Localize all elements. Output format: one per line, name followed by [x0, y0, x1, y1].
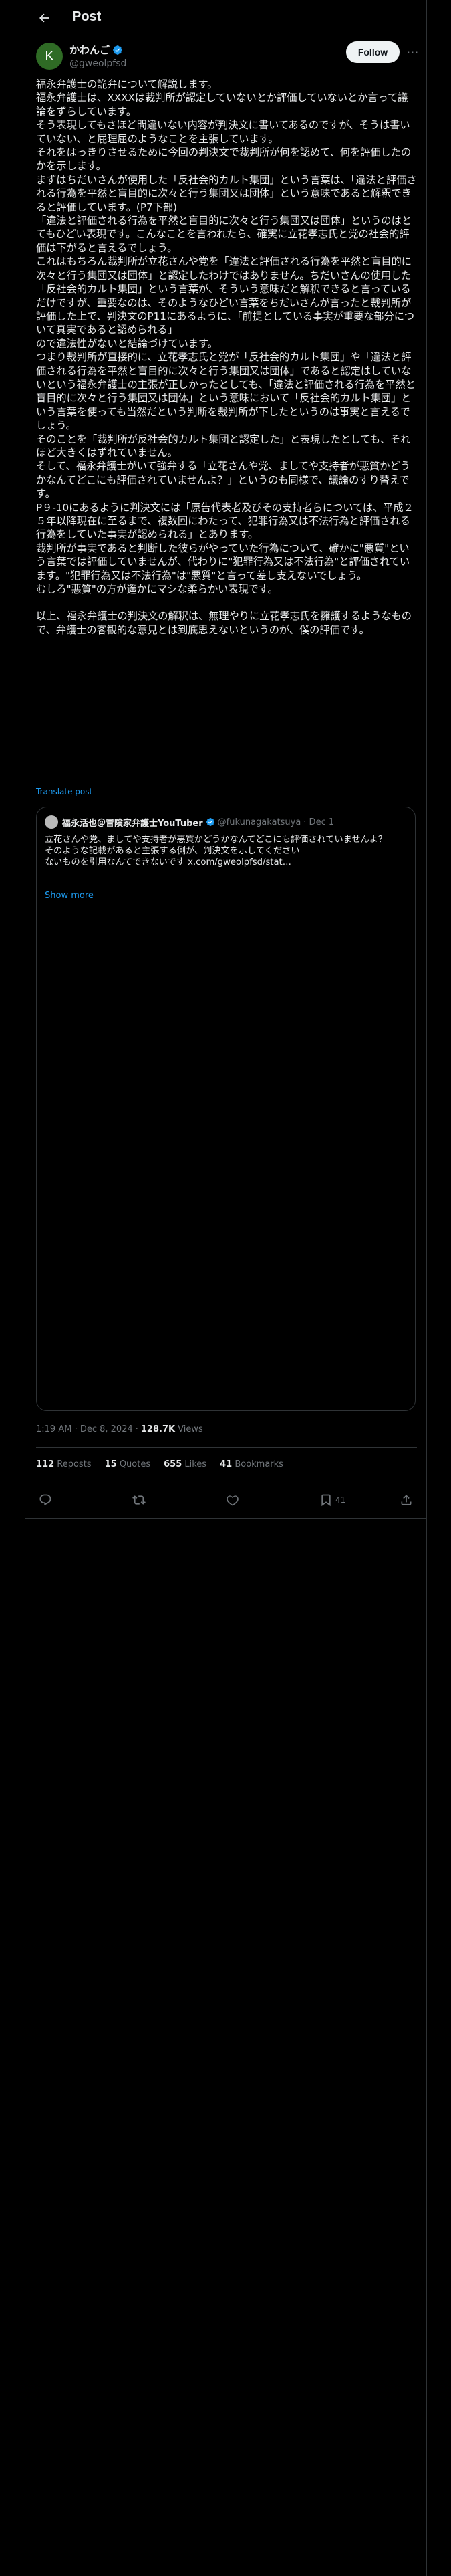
post-paragraph: それをはっきりさせるために今回の判決文で裁判所が何を認めて、何を評価したのかを示… [36, 146, 412, 173]
stat-count: 655 [164, 1459, 182, 1469]
post-meta: 1:19 AM · Dec 8, 2024 · 128.7K Views [36, 1424, 203, 1434]
reply-button[interactable] [39, 1490, 52, 1510]
heart-icon [227, 1495, 239, 1506]
quoted-post[interactable]: 福永活也＠冒険家弁護士YouTuber @fukunagakatsuya · D… [36, 807, 416, 1411]
stat-label: Bookmarks [235, 1459, 283, 1469]
repost-icon [132, 1495, 146, 1505]
bookmark-count: 41 [335, 1495, 346, 1505]
avatar-letter: K [45, 48, 54, 64]
arrow-left-icon [39, 13, 49, 23]
quoted-author-handle[interactable]: @fukunagakatsuya [218, 817, 301, 827]
stat-bookmarks[interactable]: 41 Bookmarks [220, 1459, 283, 1469]
back-button[interactable] [36, 10, 52, 26]
post-paragraph: そう表現してもさほど間違いない内容が判決文に書いてあるのですが、そうは書いていな… [36, 119, 410, 145]
post-paragraph: そして、福永弁護士がいて強弁する「立花さんや党、ましてや支持者が悪質かどうかなん… [36, 460, 410, 500]
divider [25, 1518, 426, 1519]
meta-separator: · [135, 1424, 138, 1434]
share-button[interactable] [400, 1490, 413, 1510]
stat-reposts[interactable]: 112 Reposts [36, 1459, 92, 1469]
quoted-line: ないものを引用なんてできないです x.com/gweolpfsd/stat… [45, 857, 291, 867]
engagement-stats: 112 Reposts 15 Quotes 655 Likes 41 Bookm… [36, 1459, 297, 1469]
header-bar: Post [25, 0, 426, 35]
stat-label: Likes [184, 1459, 207, 1469]
page-title: Post [72, 9, 102, 24]
views-label: Views [178, 1424, 203, 1434]
bookmark-icon [321, 1494, 331, 1507]
quoted-line: そのような記載があると主張する側が、判決文を示してください [45, 846, 300, 856]
share-icon [401, 1495, 412, 1505]
stat-count: 112 [36, 1459, 55, 1469]
quoted-date: · Dec 1 [303, 817, 335, 827]
post-time[interactable]: 1:19 AM · Dec 8, 2024 [36, 1424, 133, 1434]
quoted-post-header: 福永活也＠冒険家弁護士YouTuber @fukunagakatsuya · D… [45, 815, 334, 829]
author-handle[interactable]: @gweolpfsd [69, 58, 126, 69]
stat-label: Quotes [119, 1459, 151, 1469]
post-text: 福永弁護士の詭弁について解説します。福永弁護士は、XXXXは裁判所が認定していな… [36, 78, 417, 637]
verified-badge-icon [206, 818, 214, 826]
like-button[interactable] [226, 1490, 239, 1510]
author-name[interactable]: かわんご [69, 43, 110, 57]
post-paragraph: これはもちろん裁判所が立花さんや党を「違法と評価される行為を平然と盲目的に次々と… [36, 255, 415, 336]
author-name-row[interactable]: かわんご [69, 43, 126, 57]
post-paragraph: 福永弁護士の詭弁について解説します。 [36, 78, 218, 90]
post-paragraph: 「違法と評価される行為を平然と盲目的に次々と行う集団又は団体」というのはとてもひ… [36, 215, 412, 254]
stat-likes[interactable]: 655 Likes [164, 1459, 206, 1469]
author-info: かわんご @gweolpfsd [69, 43, 126, 69]
quoted-avatar[interactable] [45, 815, 58, 829]
views-count: 128.7K [140, 1424, 176, 1434]
post-paragraph: むしろ"悪質"の方が遥かにマシな柔らかい表現です。 [36, 583, 278, 596]
post-paragraph: 福永弁護士は、XXXXは裁判所が認定していないとか評価していないとか言って議論を… [36, 92, 408, 118]
stat-quotes[interactable]: 15 Quotes [105, 1459, 151, 1469]
translate-post-link[interactable]: Translate post [36, 787, 92, 796]
verified-badge-icon [113, 45, 122, 55]
divider [36, 1447, 417, 1448]
post-paragraph: つまり裁判所が直接的に、立花孝志氏と党が「反社会的カルト集団」や「違法と評価され… [36, 351, 416, 432]
quoted-author-name[interactable]: 福永活也＠冒険家弁護士YouTuber [62, 816, 203, 829]
post-paragraph: 以上、福永弁護士の判決文の解釈は、無理やりに立花孝志氏を擁護するようなもので、弁… [36, 610, 412, 636]
stat-label: Reposts [57, 1459, 92, 1469]
action-bar: 41 [36, 1490, 417, 1510]
follow-button[interactable]: Follow [346, 41, 400, 63]
main-column: Post K かわんご @gweolpfsd Follow ··· 福永弁護士の… [25, 0, 427, 2576]
post-paragraph: そのことを「裁判所が反社会的カルト集団と認定した」と表現したとしても、それほど大… [36, 433, 411, 459]
bookmark-button[interactable]: 41 [319, 1490, 345, 1510]
stat-count: 41 [220, 1459, 233, 1469]
more-dots-icon[interactable]: ··· [405, 45, 421, 59]
quoted-text: 立花さんや党、ましてや支持者が悪質かどうかなんてどこにも評価されていませんよ？ … [45, 834, 406, 868]
post-paragraph: ので違法性がないと結論づけています。 [36, 337, 218, 350]
post-paragraph: 裁判所が事実であると判断した彼らがやっていた行為について、確かに"悪質"という言… [36, 542, 410, 582]
avatar[interactable]: K [36, 43, 63, 70]
reply-icon [39, 1494, 51, 1506]
quoted-line: 立花さんや党、ましてや支持者が悪質かどうかなんてどこにも評価されていませんよ？ [45, 835, 388, 845]
repost-button[interactable] [132, 1490, 146, 1510]
post-paragraph: P９-10にあるように判決文には「原告代表者及びその支持者らについては、平成２５… [36, 501, 414, 541]
stat-count: 15 [104, 1459, 117, 1469]
post-paragraph: まずはちだいさんが使用した「反社会的カルト集団」という言葉は、「違法と評価される… [36, 173, 417, 213]
show-more-link[interactable]: Show more [45, 891, 94, 901]
